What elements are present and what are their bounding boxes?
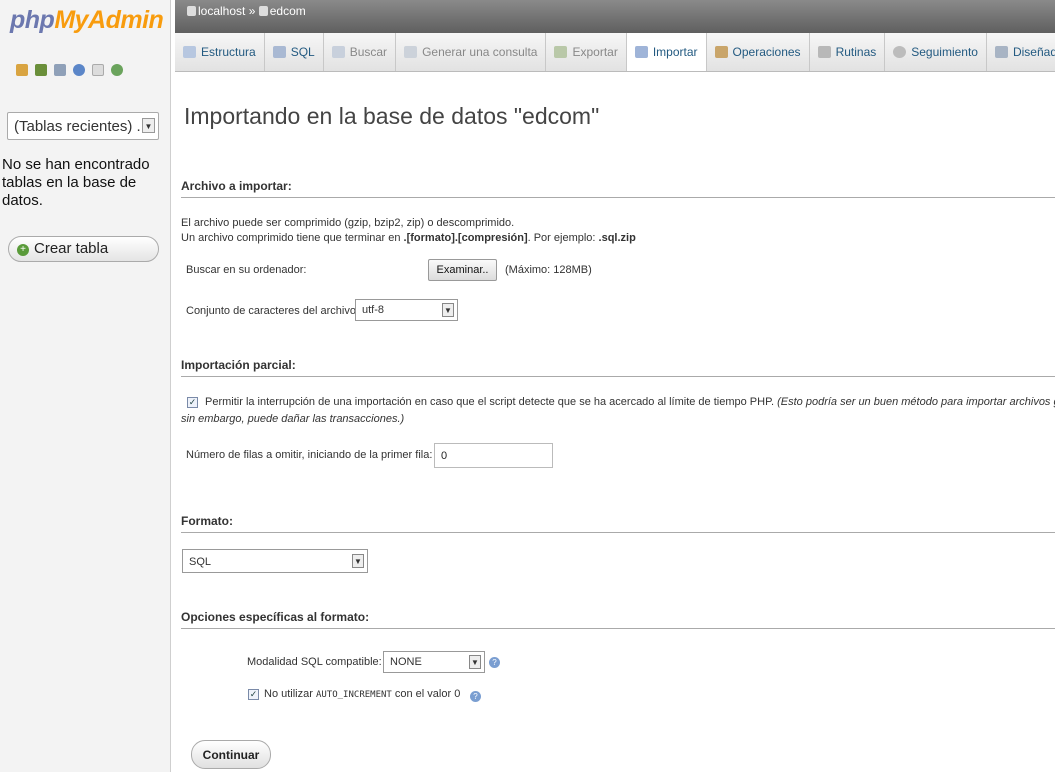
search-icon <box>331 46 345 58</box>
allow-interrupt-label: Permitir la interrupción de una importac… <box>205 396 1055 408</box>
tab-seguimiento[interactable]: Seguimiento <box>885 33 987 71</box>
file-help-line2: Un archivo comprimido tiene que terminar… <box>181 232 636 244</box>
plus-icon: + <box>17 244 29 256</box>
charset-select[interactable]: utf-8 ▼ <box>355 299 458 321</box>
allow-interrupt-note: sin embargo, puede dañar las transaccion… <box>181 413 405 425</box>
breadcrumb: localhost » edcom <box>187 4 306 18</box>
page-title: Importando en la base de datos "edcom" <box>184 103 600 129</box>
browse-label: Buscar en su ordenador: <box>186 264 307 276</box>
section-heading-partial: Importación parcial: <box>181 358 1055 377</box>
phpmyadmin-logo[interactable]: phpMyAdmin <box>10 6 164 35</box>
sql-compat-label: Modalidad SQL compatible: <box>247 656 382 668</box>
tab-bar: Estructura SQL Buscar Generar una consul… <box>175 33 1055 72</box>
section-heading-format-options: Opciones específicas al formato: <box>181 610 1055 629</box>
table-icon[interactable] <box>35 64 47 76</box>
export-icon <box>554 46 568 58</box>
no-auto-increment-checkbox[interactable]: ✓ <box>248 689 259 700</box>
import-icon <box>634 46 648 58</box>
help-icon[interactable]: ? <box>489 657 500 668</box>
eye-icon <box>893 46 907 58</box>
tab-generar-consulta[interactable]: Generar una consulta <box>396 33 547 71</box>
navigation-sidebar: phpMyAdmin (Tablas recientes) ... ▼ No se… <box>0 0 171 772</box>
max-size-text: (Máximo: 128MB) <box>505 264 592 276</box>
wrench-icon <box>714 46 728 58</box>
create-table-button[interactable]: + Crear tabla <box>8 236 159 262</box>
tab-exportar[interactable]: Exportar <box>546 33 627 71</box>
breadcrumb-bar: localhost » edcom <box>175 0 1055 33</box>
no-auto-increment-label: No utilizar AUTO_INCREMENT con el valor … <box>264 688 461 700</box>
charset-label: Conjunto de caracteres del archivo: <box>186 305 360 317</box>
chevron-down-icon: ▼ <box>469 655 481 669</box>
skip-rows-label: Número de filas a omitir, iniciando de l… <box>186 449 433 461</box>
server-icon <box>187 6 196 16</box>
continue-button[interactable]: Continuar <box>191 740 271 769</box>
chevron-down-icon: ▼ <box>142 118 155 133</box>
no-tables-message: No se han encontrado tablas en la base d… <box>2 156 150 209</box>
file-help-line1: El archivo puede ser comprimido (gzip, b… <box>181 217 515 229</box>
allow-interrupt-checkbox[interactable]: ✓ <box>187 397 198 408</box>
home-icon[interactable] <box>16 64 28 76</box>
tab-estructura[interactable]: Estructura <box>175 33 265 71</box>
format-select[interactable]: SQL ▼ <box>182 549 368 573</box>
browse-button[interactable]: Examinar.. <box>428 259 497 281</box>
sql-compat-select[interactable]: NONE ▼ <box>383 651 485 673</box>
query-icon[interactable] <box>54 64 66 76</box>
recent-tables-select[interactable]: (Tablas recientes) ... ▼ <box>7 112 159 140</box>
tab-sql[interactable]: SQL <box>265 33 324 71</box>
chevron-down-icon: ▼ <box>442 303 454 317</box>
chevron-down-icon: ▼ <box>352 554 364 568</box>
skip-rows-input[interactable]: 0 <box>434 443 553 468</box>
sidebar-icons <box>16 64 123 76</box>
structure-icon <box>183 46 196 58</box>
tab-rutinas[interactable]: Rutinas <box>810 33 886 71</box>
file-path-field[interactable] <box>311 259 429 281</box>
breadcrumb-server[interactable]: localhost <box>198 4 245 18</box>
sql-icon <box>272 46 286 58</box>
designer-icon <box>994 46 1008 58</box>
tab-operaciones[interactable]: Operaciones <box>707 33 810 71</box>
tab-buscar[interactable]: Buscar <box>324 33 397 71</box>
routines-icon <box>817 46 831 58</box>
tab-importar[interactable]: Importar <box>626 33 707 71</box>
section-heading-file: Archivo a importar: <box>181 179 1055 198</box>
reload-icon[interactable] <box>111 64 123 76</box>
database-icon <box>258 6 268 16</box>
help-icon[interactable]: ? <box>470 691 481 702</box>
info-icon[interactable] <box>73 64 85 76</box>
breadcrumb-db[interactable]: edcom <box>270 4 306 18</box>
tab-disenador[interactable]: Diseñador <box>987 33 1055 71</box>
section-heading-format: Formato: <box>181 514 1055 533</box>
docs-icon[interactable] <box>92 64 104 76</box>
query-icon <box>404 46 418 58</box>
